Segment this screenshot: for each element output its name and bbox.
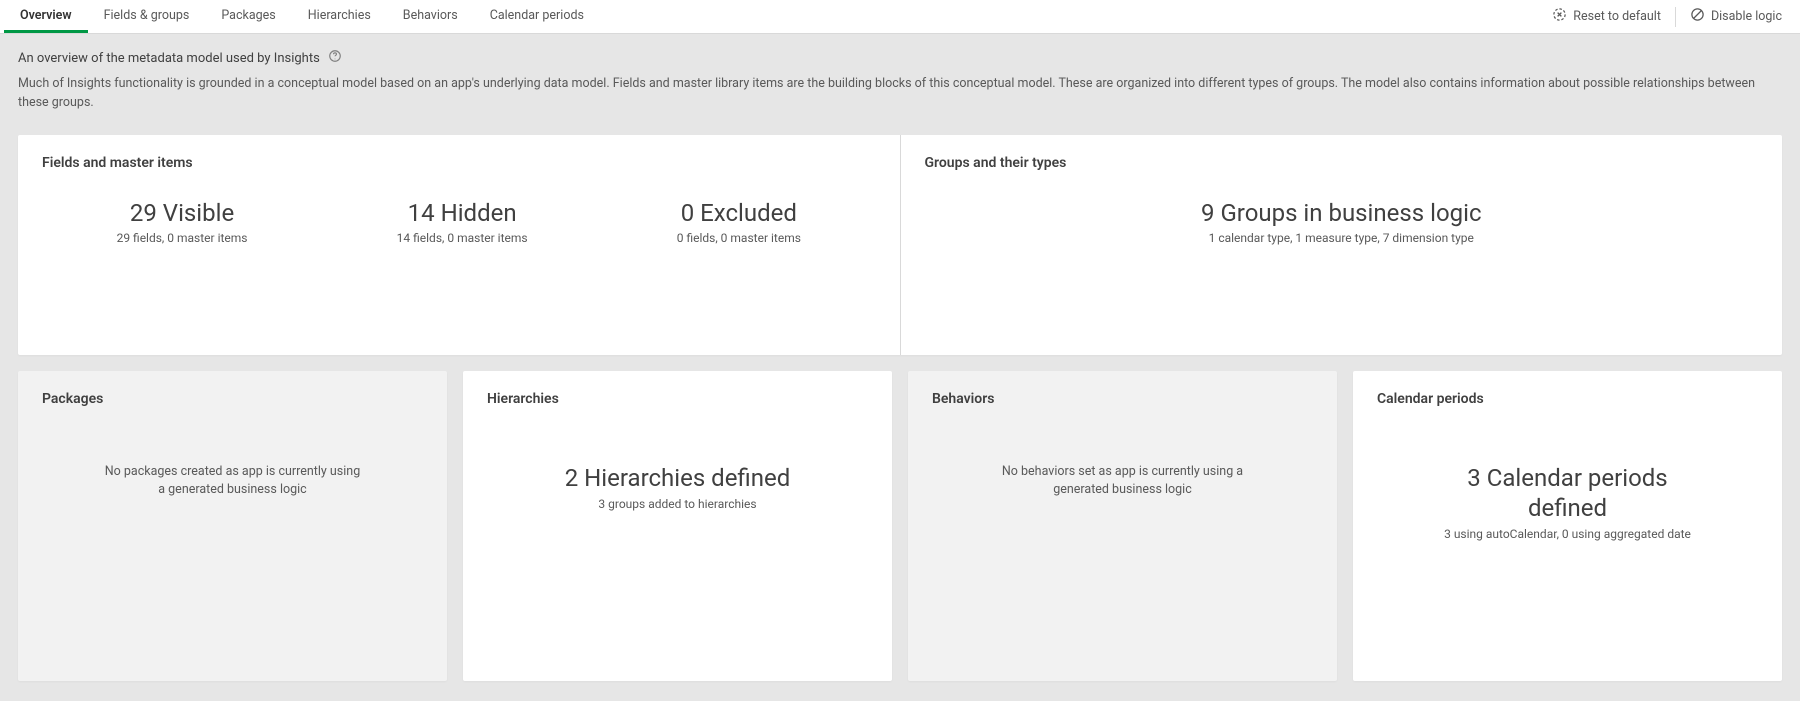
tab-label: Packages	[221, 8, 275, 23]
section-title: Calendar periods	[1377, 391, 1758, 407]
packages-card: Packages No packages created as app is c…	[18, 371, 447, 681]
content-area: Fields and master items 29 Visible 29 fi…	[0, 125, 1800, 701]
tab-behaviors[interactable]: Behaviors	[387, 0, 474, 33]
disable-icon	[1690, 7, 1705, 26]
overview-bottom-row: Packages No packages created as app is c…	[18, 371, 1782, 681]
intro-title: An overview of the metadata model used b…	[18, 51, 320, 66]
tab-bar: Overview Fields & groups Packages Hierar…	[0, 0, 1800, 34]
stat-sub: 29 fields, 0 master items	[117, 231, 248, 245]
stat-excluded: 0 Excluded 0 fields, 0 master items	[677, 199, 801, 245]
intro-title-row: An overview of the metadata model used b…	[18, 49, 1782, 67]
tab-calendar-periods[interactable]: Calendar periods	[474, 0, 600, 33]
stat-main: 9 Groups in business logic	[1201, 199, 1482, 227]
stat-groups: 9 Groups in business logic 1 calendar ty…	[1201, 199, 1482, 245]
tab-hierarchies[interactable]: Hierarchies	[292, 0, 387, 33]
metric-main: 3 Calendar periods defined	[1428, 463, 1708, 523]
section-title: Fields and master items	[42, 155, 876, 171]
disable-label: Disable logic	[1711, 9, 1782, 24]
disable-logic-button[interactable]: Disable logic	[1676, 0, 1796, 33]
tabs-container: Overview Fields & groups Packages Hierar…	[4, 0, 600, 33]
help-icon[interactable]	[328, 49, 342, 67]
stat-main: 14 Hidden	[397, 199, 528, 227]
overview-top-card: Fields and master items 29 Visible 29 fi…	[18, 135, 1782, 355]
tab-label: Calendar periods	[490, 8, 584, 23]
section-title: Packages	[42, 391, 423, 407]
intro-description: Much of Insights functionality is ground…	[18, 75, 1782, 113]
tab-overview[interactable]: Overview	[4, 0, 88, 33]
tab-packages[interactable]: Packages	[205, 0, 291, 33]
tab-label: Behaviors	[403, 8, 458, 23]
fields-stats-row: 29 Visible 29 fields, 0 master items 14 …	[42, 199, 876, 245]
metric-sub: 3 using autoCalendar, 0 using aggregated…	[1444, 527, 1691, 541]
groups-panel: Groups and their types 9 Groups in busin…	[900, 135, 1783, 355]
stat-sub: 14 fields, 0 master items	[397, 231, 528, 245]
card-body: No behaviors set as app is currently usi…	[932, 435, 1313, 661]
reset-icon	[1552, 7, 1567, 26]
stat-sub: 1 calendar type, 1 measure type, 7 dimen…	[1201, 231, 1482, 245]
card-body: No packages created as app is currently …	[42, 435, 423, 661]
section-title: Hierarchies	[487, 391, 868, 407]
intro-section: An overview of the metadata model used b…	[0, 34, 1800, 125]
stat-visible: 29 Visible 29 fields, 0 master items	[117, 199, 248, 245]
tab-label: Overview	[20, 8, 72, 23]
metric-sub: 3 groups added to hierarchies	[598, 497, 756, 511]
groups-stats-row: 9 Groups in business logic 1 calendar ty…	[925, 199, 1759, 245]
reset-label: Reset to default	[1573, 9, 1661, 24]
stat-sub: 0 fields, 0 master items	[677, 231, 801, 245]
behaviors-card: Behaviors No behaviors set as app is cur…	[908, 371, 1337, 681]
tab-label: Fields & groups	[104, 8, 190, 23]
tab-fields-groups[interactable]: Fields & groups	[88, 0, 206, 33]
tab-label: Hierarchies	[308, 8, 371, 23]
section-title: Behaviors	[932, 391, 1313, 407]
card-body: 2 Hierarchies defined 3 groups added to …	[487, 435, 868, 661]
card-body: 3 Calendar periods defined 3 using autoC…	[1377, 435, 1758, 661]
empty-message: No packages created as app is currently …	[103, 463, 363, 499]
header-actions: Reset to default Disable logic	[1538, 0, 1796, 33]
empty-message: No behaviors set as app is currently usi…	[993, 463, 1253, 499]
calendar-periods-card: Calendar periods 3 Calendar periods defi…	[1353, 371, 1782, 681]
stat-hidden: 14 Hidden 14 fields, 0 master items	[397, 199, 528, 245]
reset-to-default-button[interactable]: Reset to default	[1538, 0, 1675, 33]
stat-main: 0 Excluded	[677, 199, 801, 227]
metric-main: 2 Hierarchies defined	[565, 463, 791, 493]
section-title: Groups and their types	[925, 155, 1759, 171]
hierarchies-card: Hierarchies 2 Hierarchies defined 3 grou…	[463, 371, 892, 681]
fields-master-items-panel: Fields and master items 29 Visible 29 fi…	[18, 135, 900, 355]
stat-main: 29 Visible	[117, 199, 248, 227]
